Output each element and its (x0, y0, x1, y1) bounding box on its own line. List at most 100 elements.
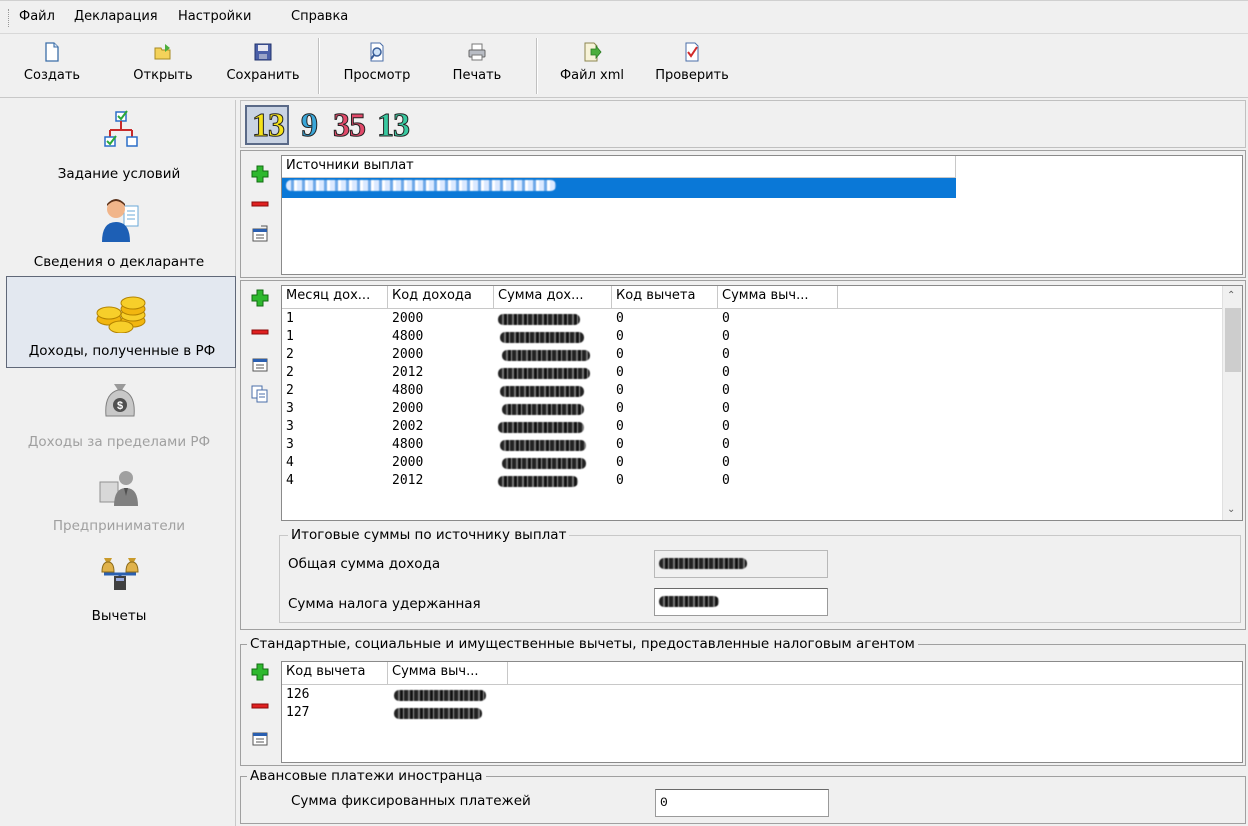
sidebar-item-declarant[interactable]: Сведения о декларанте (4, 194, 234, 274)
cell-month: 2 (286, 365, 294, 380)
menu-declaration[interactable]: Декларация (71, 9, 161, 24)
sidebar-item-label: Предприниматели (52, 518, 186, 534)
table-row[interactable]: 127 (282, 704, 1242, 722)
table-row[interactable]: 3 2002 0 0 (282, 418, 1222, 436)
add-icon[interactable] (251, 289, 269, 307)
tax-rate-35[interactable]: 35 (333, 108, 367, 143)
cell-month: 1 (286, 329, 294, 344)
xml-file-label: Файл xml (559, 68, 625, 83)
table-row[interactable]: 2 4800 0 0 (282, 382, 1222, 400)
floppy-disk-icon (254, 43, 272, 61)
redacted-source-name (286, 180, 556, 191)
table-row[interactable]: 3 2000 0 0 (282, 400, 1222, 418)
payment-sources-grid[interactable]: Источники выплат (281, 155, 1243, 275)
sidebar-item-income-abroad[interactable]: $ Доходы за пределами РФ (4, 372, 234, 462)
fixed-payments-field[interactable]: 0 (655, 789, 829, 817)
check-button[interactable]: Проверить (644, 40, 740, 96)
xml-file-button[interactable]: Файл xml (552, 40, 632, 96)
table-row[interactable]: 3 4800 0 0 (282, 436, 1222, 454)
selected-source-row[interactable] (282, 178, 956, 198)
remove-icon[interactable] (251, 195, 269, 213)
tax-rate-13-dividends[interactable]: 13 (377, 108, 411, 143)
table-row[interactable]: 2 2000 0 0 (282, 346, 1222, 364)
add-icon[interactable] (251, 663, 269, 681)
scrollbar-thumb[interactable] (1225, 308, 1241, 372)
remove-icon[interactable] (251, 697, 269, 715)
redacted-income-sum (498, 422, 584, 433)
open-button[interactable]: Открыть (124, 40, 202, 96)
sidebar-item-conditions[interactable]: Задание условий (4, 104, 234, 192)
redacted-income-sum (498, 476, 578, 487)
cell-deduction-sum: 0 (722, 383, 730, 398)
deductions-grid[interactable]: Код вычета Сумма выч... 126 127 (281, 661, 1243, 763)
cell-income-code: 4800 (392, 437, 424, 452)
column-header-deduction-code[interactable]: Код вычета (612, 286, 718, 308)
sidebar-item-entrepreneurs[interactable]: Предприниматели (4, 462, 234, 546)
table-row[interactable]: 126 (282, 686, 1242, 704)
sidebar-item-label: Доходы, полученные в РФ (28, 343, 216, 359)
column-header-sources[interactable]: Источники выплат (282, 156, 956, 178)
businessman-icon (99, 471, 138, 506)
tax-withheld-field[interactable] (654, 588, 828, 616)
open-folder-icon (154, 44, 171, 60)
income-grid[interactable]: Месяц дох... Код дохода Сумма дох... Код… (281, 285, 1243, 521)
cell-month: 2 (286, 383, 294, 398)
cell-income-code: 2000 (392, 347, 424, 362)
column-header-deduction-sum[interactable]: Сумма выч... (718, 286, 838, 308)
cell-deduction-sum: 0 (722, 329, 730, 344)
table-row[interactable]: 1 4800 0 0 (282, 328, 1222, 346)
column-header-month[interactable]: Месяц дох... (282, 286, 388, 308)
redacted-total-income (659, 558, 747, 570)
scroll-up-icon[interactable]: ⌃ (1227, 290, 1235, 301)
cell-income-code: 2000 (392, 311, 424, 326)
redacted-income-sum (498, 368, 590, 379)
cell-deduction-sum: 0 (722, 437, 730, 452)
redacted-deduction-sum (394, 708, 482, 719)
column-header-income-code[interactable]: Код дохода (388, 286, 494, 308)
cell-month: 4 (286, 473, 294, 488)
properties-icon[interactable] (251, 225, 269, 243)
preview-button[interactable]: Просмотр (334, 40, 420, 96)
properties-icon[interactable] (251, 729, 269, 747)
total-income-label: Общая сумма дохода (288, 556, 441, 572)
cell-deduction-sum: 0 (722, 455, 730, 470)
sidebar-item-deductions[interactable]: Вычеты (4, 548, 234, 634)
save-button[interactable]: Сохранить (218, 40, 308, 96)
table-row[interactable]: 1 2000 0 0 (282, 310, 1222, 328)
menu-settings[interactable]: Настройки (175, 9, 254, 24)
sidebar-item-income-rf[interactable]: Доходы, полученные в РФ (6, 276, 236, 368)
sidebar-item-label: Вычеты (91, 608, 147, 624)
cell-month: 3 (286, 401, 294, 416)
table-row[interactable]: 4 2000 0 0 (282, 454, 1222, 472)
vertical-scrollbar[interactable]: ⌃ ⌄ (1222, 286, 1242, 520)
cell-month: 3 (286, 419, 294, 434)
cell-deduction-code: 0 (616, 437, 624, 452)
redacted-income-sum (500, 386, 584, 397)
remove-icon[interactable] (251, 323, 269, 341)
create-label: Создать (23, 68, 81, 83)
column-header-deduction-code[interactable]: Код вычета (282, 662, 388, 684)
properties-icon[interactable] (251, 355, 269, 373)
copy-icon[interactable] (251, 385, 269, 403)
print-button[interactable]: Печать (440, 40, 514, 96)
menu-help[interactable]: Справка (288, 9, 351, 24)
advance-payments-legend: Авансовые платежи иностранца (247, 768, 486, 784)
create-button[interactable]: Создать (20, 40, 84, 96)
menu-file[interactable]: Файл (16, 9, 58, 24)
column-header-income-sum[interactable]: Сумма дох... (494, 286, 612, 308)
tax-rate-9[interactable]: 9 (301, 108, 319, 143)
totals-group: Итоговые суммы по источнику выплат Общая… (279, 527, 1241, 623)
scroll-down-icon[interactable]: ⌄ (1227, 504, 1235, 515)
table-row[interactable]: 4 2012 0 0 (282, 472, 1222, 490)
redacted-income-sum (500, 332, 584, 343)
deductions-legend: Стандартные, социальные и имущественные … (247, 636, 918, 652)
cell-deduction-code: 0 (616, 473, 624, 488)
payment-sources-panel: Источники выплат (240, 150, 1246, 278)
sidebar-item-label: Задание условий (57, 166, 181, 182)
tree-icon (104, 110, 138, 147)
open-label: Открыть (133, 68, 193, 83)
column-header-deduction-sum[interactable]: Сумма выч... (388, 662, 508, 684)
add-icon[interactable] (251, 165, 269, 183)
table-row[interactable]: 2 2012 0 0 (282, 364, 1222, 382)
cell-month: 2 (286, 347, 294, 362)
